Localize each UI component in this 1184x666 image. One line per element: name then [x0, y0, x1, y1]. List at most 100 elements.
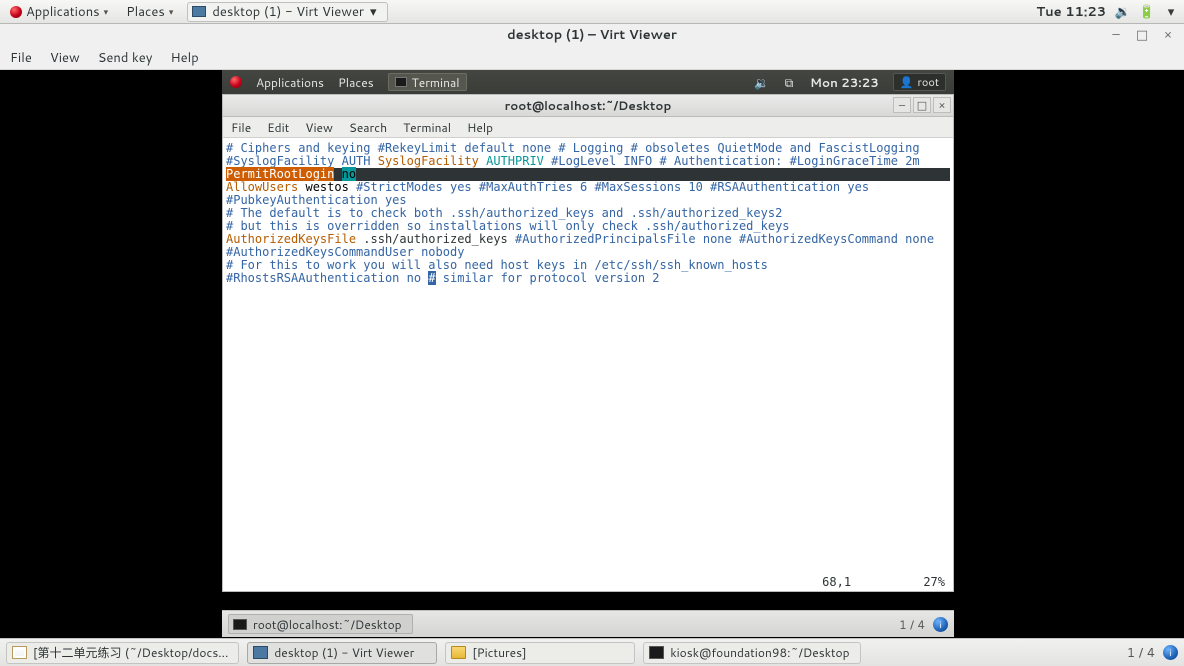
config-line: # For this to work you will also need ho… [226, 258, 768, 272]
chevron-down-icon[interactable]: ▾ [1164, 5, 1178, 19]
close-button[interactable]: × [1160, 28, 1176, 42]
folder-icon [451, 646, 466, 659]
host-applications-menu[interactable]: Applications ▾ [6, 3, 112, 21]
config-line: #AuthorizedPrincipalsFile none [515, 232, 732, 246]
config-line: #LoginGraceTime 2m [790, 154, 920, 168]
config-line: #PubkeyAuthentication yes [226, 193, 407, 207]
minimize-button[interactable]: – [893, 97, 911, 113]
terminal-icon [395, 77, 407, 87]
terminal-titlebar[interactable]: root@localhost:~/Desktop [222, 94, 954, 116]
menu-sendkey[interactable]: Send key [98, 49, 153, 67]
vim-status: 68,1 27% [822, 576, 945, 589]
guest-bottom-panel: root@localhost:~/Desktop 1 / 4 i [222, 610, 954, 637]
host-bottom-panel: [第十二单元练习 (~/Desktop/docs... desktop (1) … [0, 638, 1184, 666]
config-line: #StrictModes yes [356, 180, 472, 194]
user-icon: 👤 [900, 74, 914, 90]
guest-taskbar-item[interactable]: root@localhost:~/Desktop [228, 614, 413, 634]
config-line: # Logging [558, 141, 623, 155]
taskbar-item-gedit[interactable]: [第十二单元练习 (~/Desktop/docs... [6, 642, 239, 664]
info-icon[interactable]: i [933, 617, 948, 632]
window-title: root@localhost:~/Desktop [505, 97, 672, 114]
terminal-icon [649, 646, 664, 659]
config-line: # obsoletes QuietMode and FascistLogging [631, 141, 920, 155]
redhat-icon [230, 76, 242, 88]
task-label: desktop (1) - Virt Viewer [274, 644, 414, 661]
guest-user-menu[interactable]: 👤 root [893, 73, 946, 91]
window-controls: – □ × [1108, 24, 1176, 46]
chevron-down-icon: ▾ [370, 3, 377, 21]
menu-terminal[interactable]: Terminal [403, 119, 451, 136]
virt-viewer-window: desktop (1) – Virt Viewer – □ × File Vie… [0, 24, 1184, 638]
task-label: desktop (1) - Virt Viewer [212, 3, 364, 21]
config-line: #SyslogFacility AUTH [226, 154, 371, 168]
menu-label: Applications [26, 3, 100, 21]
config-line: #AuthorizedKeysCommandUser nobody [226, 245, 464, 259]
close-button[interactable]: × [933, 97, 951, 113]
config-line: #AuthorizedKeysCommand none [739, 232, 934, 246]
config-line: # The default is to check both .ssh/auth… [226, 206, 782, 220]
menu-view[interactable]: View [305, 119, 333, 136]
volume-icon[interactable]: 🔉 [1116, 5, 1130, 19]
chevron-down-icon: ▾ [169, 5, 174, 18]
virt-viewer-menubar: File View Send key Help [0, 46, 1184, 70]
window-icon [253, 646, 268, 659]
window-title: desktop (1) – Virt Viewer [507, 26, 677, 44]
battery-icon[interactable]: 🔋 [1140, 5, 1154, 19]
config-line: #MaxAuthTries 6 [479, 180, 587, 194]
guest-top-panel: Applications Places Terminal 🔉 ⧉ Mon 23:… [222, 70, 954, 94]
workspace-indicator[interactable]: 1 / 4 [1127, 644, 1155, 662]
menu-view[interactable]: View [50, 49, 80, 67]
virt-viewer-titlebar[interactable]: desktop (1) – Virt Viewer [0, 24, 1184, 46]
menu-file[interactable]: File [10, 49, 32, 67]
window-icon [192, 6, 206, 17]
config-line: #MaxSessions 10 [595, 180, 703, 194]
config-line: #RekeyLimit default none [378, 141, 551, 155]
maximize-button[interactable]: □ [1134, 28, 1150, 42]
config-line: #LogLevel INFO [551, 154, 652, 168]
config-line: # Ciphers and keying [226, 141, 371, 155]
user-label: root [918, 74, 939, 90]
menu-search[interactable]: Search [349, 119, 387, 136]
config-line: AuthorizedKeysFile .ssh/authorized_keys [226, 232, 508, 246]
taskbar-item-pictures[interactable]: [Pictures] [445, 642, 635, 664]
host-top-panel: Applications ▾ Places ▾ desktop (1) - Vi… [0, 0, 1184, 24]
redhat-icon [10, 6, 22, 18]
guest-window-task[interactable]: Terminal [388, 73, 467, 91]
document-icon [12, 646, 27, 659]
guest-display[interactable]: Applications Places Terminal 🔉 ⧉ Mon 23:… [0, 70, 1184, 638]
minimize-button[interactable]: – [1108, 28, 1124, 42]
config-line: AllowUsers westos [226, 180, 349, 194]
terminal-menubar: File Edit View Search Terminal Help [222, 116, 954, 138]
task-label: [第十二单元练习 (~/Desktop/docs... [33, 644, 228, 661]
menu-help[interactable]: Help [170, 49, 198, 67]
menu-help[interactable]: Help [467, 119, 493, 136]
menu-edit[interactable]: Edit [267, 119, 289, 136]
terminal-content[interactable]: # Ciphers and keying #RekeyLimit default… [222, 138, 954, 592]
taskbar-item-virtviewer[interactable]: desktop (1) - Virt Viewer [247, 642, 437, 664]
task-label: kiosk@foundation98:~/Desktop [670, 644, 849, 661]
host-places-menu[interactable]: Places ▾ [122, 3, 177, 21]
info-icon[interactable]: i [1163, 645, 1178, 660]
network-icon[interactable]: ⧉ [782, 74, 796, 91]
terminal-window-controls: – □ × [893, 97, 951, 113]
task-label: [Pictures] [472, 644, 526, 661]
volume-icon[interactable]: 🔉 [754, 74, 768, 91]
chevron-down-icon: ▾ [104, 5, 109, 18]
guest-desktop: Applications Places Terminal 🔉 ⧉ Mon 23:… [222, 70, 954, 610]
config-line: SyslogFacility AUTHPRIV [378, 154, 544, 168]
menu-file[interactable]: File [231, 119, 251, 136]
taskbar-item-terminal[interactable]: kiosk@foundation98:~/Desktop [643, 642, 860, 664]
task-label: root@localhost:~/Desktop [253, 616, 402, 633]
guest-applications-menu[interactable]: Applications [256, 74, 324, 91]
terminal-window: root@localhost:~/Desktop – □ × File Edit… [222, 94, 954, 610]
menu-label: Places [126, 3, 165, 21]
config-line: #RhostsRSAAuthentication no [226, 271, 421, 285]
guest-clock[interactable]: Mon 23:23 [810, 74, 879, 91]
host-window-task[interactable]: desktop (1) - Virt Viewer ▾ [187, 2, 387, 22]
workspace-indicator[interactable]: 1 / 4 [899, 616, 925, 633]
maximize-button[interactable]: □ [913, 97, 931, 113]
guest-places-menu[interactable]: Places [338, 74, 374, 91]
host-clock[interactable]: Tue 11:23 [1036, 3, 1106, 21]
config-line: # but this is overridden so installation… [226, 219, 790, 233]
config-line: # Authentication: [660, 154, 783, 168]
